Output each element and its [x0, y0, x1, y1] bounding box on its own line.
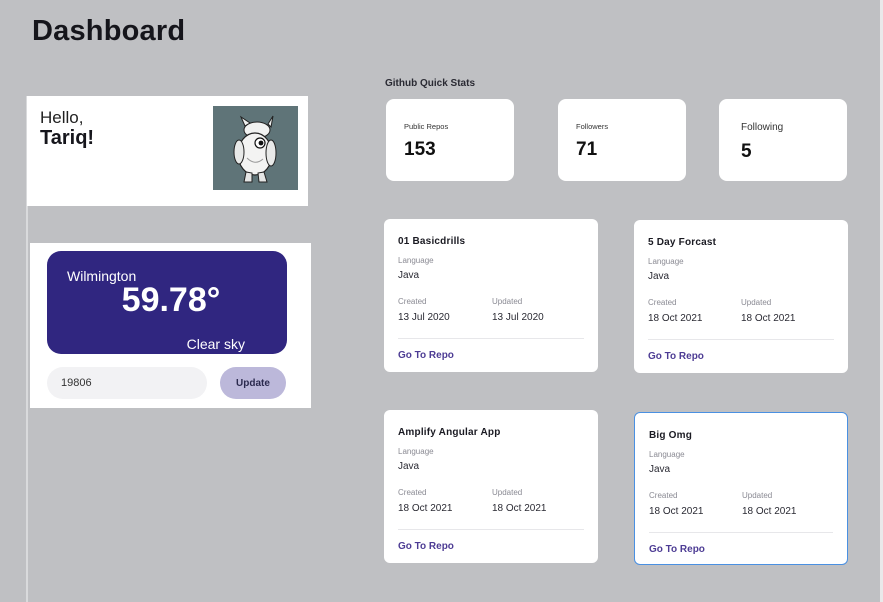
created-value: 18 Oct 2021	[648, 313, 703, 324]
updated-label: Updated	[742, 491, 773, 500]
mascot-avatar-icon	[213, 106, 298, 190]
weather-temperature: 59.78°	[121, 281, 221, 319]
avatar	[213, 106, 298, 190]
stat-card-followers: Followers 71	[558, 99, 686, 181]
language-label: Language	[648, 257, 684, 266]
updated-value: 18 Oct 2021	[742, 506, 797, 517]
repo-name: Amplify Angular App	[398, 427, 501, 438]
go-to-repo-link[interactable]: Go To Repo	[398, 541, 454, 552]
language-value: Java	[398, 461, 420, 472]
weather-panel: Wilmington 59.78° Clear sky	[47, 251, 287, 354]
repo-card: 01 Basicdrills Language Java Created 13 …	[384, 219, 598, 372]
created-label: Created	[649, 491, 678, 500]
stat-label: Public Repos	[404, 122, 449, 131]
created-value: 18 Oct 2021	[398, 503, 453, 514]
stat-label: Following	[741, 122, 784, 133]
divider	[398, 338, 584, 339]
stat-label: Followers	[576, 122, 609, 131]
created-label: Created	[398, 297, 427, 306]
language-label: Language	[649, 450, 685, 459]
updated-label: Updated	[741, 298, 772, 307]
language-value: Java	[649, 464, 671, 475]
stat-value: 5	[741, 141, 752, 162]
greeting-card: Hello, Tariq!	[27, 96, 308, 206]
divider	[648, 339, 834, 340]
repo-card: 5 Day Forcast Language Java Created 18 O…	[634, 220, 848, 373]
update-button[interactable]: Update	[220, 367, 286, 399]
page-title: Dashboard	[32, 15, 186, 47]
updated-value: 18 Oct 2021	[741, 313, 796, 324]
weather-card: Wilmington 59.78° Clear sky Update	[30, 243, 311, 408]
repo-name: Big Omg	[649, 430, 693, 441]
created-label: Created	[398, 488, 427, 497]
created-value: 13 Jul 2020	[398, 312, 450, 323]
divider	[398, 529, 584, 530]
stat-value: 153	[404, 139, 436, 160]
weather-description: Clear sky	[186, 336, 245, 352]
repo-card: Amplify Angular App Language Java Create…	[384, 410, 598, 563]
go-to-repo-link[interactable]: Go To Repo	[648, 351, 704, 362]
stat-value: 71	[576, 139, 598, 160]
created-value: 18 Oct 2021	[649, 506, 704, 517]
greeting-name: Tariq!	[40, 127, 95, 149]
created-label: Created	[648, 298, 677, 307]
language-label: Language	[398, 447, 434, 456]
repo-name: 5 Day Forcast	[648, 237, 717, 248]
updated-label: Updated	[492, 297, 523, 306]
github-stats-heading: Github Quick Stats	[385, 78, 476, 89]
repo-name: 01 Basicdrills	[398, 236, 466, 247]
language-value: Java	[398, 270, 420, 281]
stat-card-following: Following 5	[719, 99, 847, 181]
divider	[649, 532, 833, 533]
zip-code-input[interactable]	[47, 367, 207, 399]
updated-value: 18 Oct 2021	[492, 503, 547, 514]
updated-value: 13 Jul 2020	[492, 312, 544, 323]
go-to-repo-link[interactable]: Go To Repo	[398, 350, 454, 361]
go-to-repo-link[interactable]: Go To Repo	[649, 544, 705, 555]
greeting-hello: Hello,	[40, 108, 84, 127]
language-value: Java	[648, 271, 670, 282]
stat-card-public-repos: Public Repos 153	[386, 99, 514, 181]
language-label: Language	[398, 256, 434, 265]
updated-label: Updated	[492, 488, 523, 497]
repo-card-selected[interactable]: Big Omg Language Java Created 18 Oct 202…	[634, 412, 848, 565]
